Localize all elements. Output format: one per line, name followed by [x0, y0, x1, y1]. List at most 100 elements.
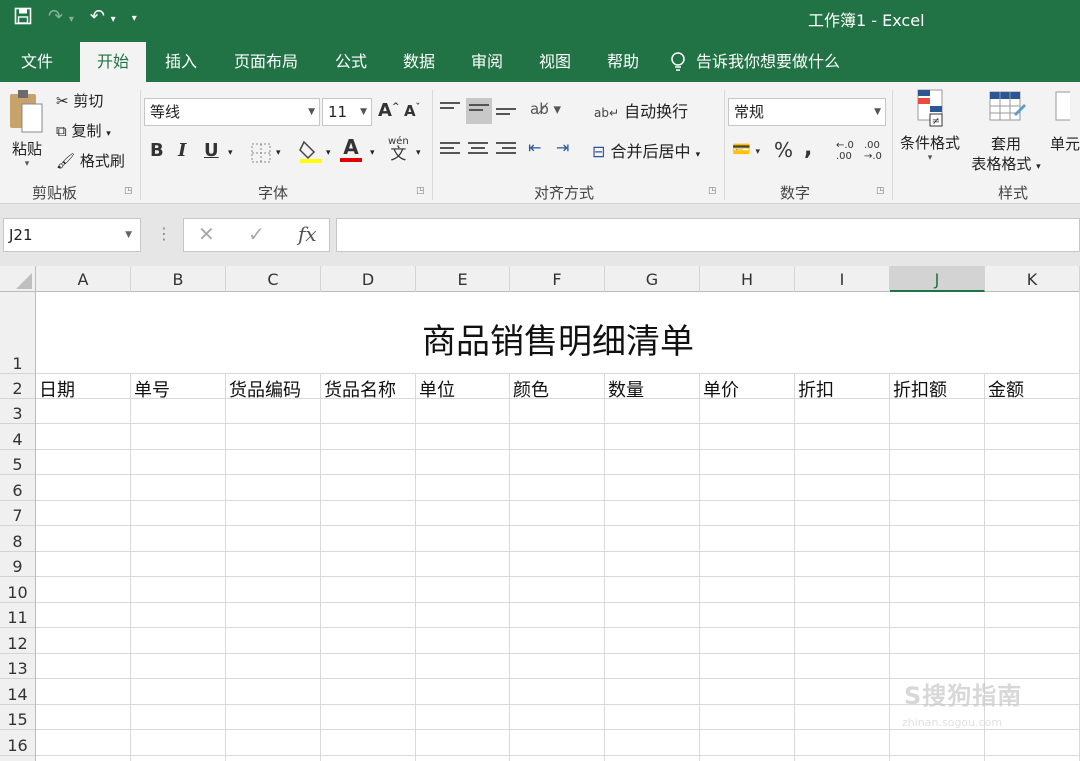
row-header[interactable]: 7	[0, 501, 35, 526]
row-header[interactable]: 5	[0, 450, 35, 475]
row-header[interactable]: 13	[0, 654, 35, 679]
customize-icon[interactable]: ▾	[132, 8, 137, 30]
align-middle-icon[interactable]	[466, 98, 492, 124]
row-header[interactable]: 11	[0, 603, 35, 628]
column-header-i[interactable]: I	[795, 266, 890, 292]
tab-home[interactable]: 开始	[80, 42, 146, 82]
header-cell-h2[interactable]: 单价	[700, 376, 739, 402]
fill-color-button[interactable]	[298, 138, 324, 168]
chevron-down-icon[interactable]: ▾	[326, 148, 331, 158]
column-header-e[interactable]: E	[416, 266, 510, 292]
bold-button[interactable]: B	[150, 140, 164, 161]
phonetic-guide-button[interactable]: wén 文	[388, 136, 409, 162]
align-top-icon[interactable]	[440, 102, 460, 118]
grow-font-button[interactable]: A^	[378, 100, 399, 121]
header-cell-k2[interactable]: 金额	[985, 376, 1024, 402]
column-header-f[interactable]: F	[510, 266, 605, 292]
chevron-down-icon[interactable]: ▾	[228, 148, 233, 158]
align-bottom-icon[interactable]	[496, 108, 516, 124]
dialog-launcher-icon[interactable]: ◳	[124, 186, 133, 196]
column-header-k[interactable]: K	[985, 266, 1080, 292]
paste-button[interactable]: 粘贴 ▾	[4, 88, 50, 174]
row-header[interactable]: 14	[0, 679, 35, 705]
header-cell-j2[interactable]: 折扣额	[890, 376, 947, 402]
align-left-icon[interactable]	[440, 142, 460, 158]
increase-indent-icon[interactable]: ⇥	[556, 138, 569, 157]
row-header[interactable]: 3	[0, 399, 35, 424]
row-header[interactable]: 16	[0, 730, 35, 756]
cell-styles-button[interactable]: 单元	[1050, 88, 1080, 154]
header-cell-a2[interactable]: 日期	[36, 376, 75, 402]
header-cell-b2[interactable]: 单号	[131, 376, 170, 402]
row-header[interactable]: 4	[0, 424, 35, 450]
column-header-a[interactable]: A	[36, 266, 131, 292]
dialog-launcher-icon[interactable]: ◳	[416, 186, 425, 196]
row-header[interactable]: 8	[0, 526, 35, 552]
increase-decimal-icon[interactable]: ←.0.00	[836, 140, 854, 162]
chevron-down-icon[interactable]: ▾	[370, 148, 375, 158]
cancel-icon[interactable]: ✕	[198, 222, 215, 246]
underline-button[interactable]: U	[204, 140, 219, 161]
column-header-g[interactable]: G	[605, 266, 700, 292]
tab-file[interactable]: 文件	[10, 42, 64, 82]
tab-insert[interactable]: 插入	[154, 42, 208, 82]
formula-input[interactable]	[336, 218, 1080, 252]
comma-button[interactable]: ,	[804, 136, 812, 161]
decrease-indent-icon[interactable]: ⇤	[528, 138, 541, 157]
header-cell-f2[interactable]: 颜色	[510, 376, 549, 402]
tell-me-box[interactable]: 告诉我你想要做什么	[670, 42, 840, 82]
tab-page-layout[interactable]: 页面布局	[224, 42, 308, 82]
wrap-text-button[interactable]: ab↵ 自动换行	[594, 98, 688, 122]
row-header[interactable]: 6	[0, 475, 35, 501]
column-header-b[interactable]: B	[131, 266, 226, 292]
italic-button[interactable]: I	[178, 140, 186, 161]
save-icon[interactable]	[14, 7, 32, 31]
insert-function-icon[interactable]: fx	[298, 222, 317, 246]
font-color-button[interactable]: A	[340, 136, 362, 162]
align-right-icon[interactable]	[496, 142, 516, 158]
align-center-icon[interactable]	[468, 142, 488, 158]
format-as-table-button[interactable]: 套用 表格格式 ▾	[966, 88, 1046, 177]
header-cell-g2[interactable]: 数量	[605, 376, 644, 402]
column-header-c[interactable]: C	[226, 266, 321, 292]
chevron-down-icon[interactable]: ▾	[416, 148, 421, 158]
sheet-title[interactable]: 商品销售明细清单	[36, 314, 1080, 363]
header-cell-e2[interactable]: 单位	[416, 376, 455, 402]
name-box[interactable]: J21 ▼	[3, 218, 141, 252]
merge-center-button[interactable]: ⊟ 合并后居中 ▾	[592, 138, 700, 162]
row-header[interactable]: 12	[0, 628, 35, 654]
dialog-launcher-icon[interactable]: ◳	[876, 186, 885, 196]
cut-button[interactable]: ✂ 剪切	[56, 90, 103, 111]
row-header[interactable]: 2	[0, 374, 35, 399]
accounting-format-icon[interactable]: 💳 ▾	[732, 140, 760, 158]
tab-data[interactable]: 数据	[392, 42, 446, 82]
select-all-button[interactable]	[0, 266, 36, 292]
decrease-decimal-icon[interactable]: .00 →.0	[864, 140, 882, 162]
enter-icon[interactable]: ✓	[248, 222, 265, 246]
header-cell-d2[interactable]: 货品名称	[321, 376, 396, 402]
column-header-d[interactable]: D	[321, 266, 416, 292]
tab-help[interactable]: 帮助	[596, 42, 650, 82]
font-size-combo[interactable]: 11 ▼	[322, 98, 372, 126]
shrink-font-button[interactable]: Aˇ	[404, 102, 420, 120]
undo-icon[interactable]: ↶ ▾	[90, 6, 116, 31]
text-orientation-icon[interactable]: ab̸ ▾	[530, 100, 561, 118]
row-header[interactable]: 1	[0, 292, 35, 374]
redo-icon[interactable]: ↷ ▾	[48, 6, 74, 31]
tab-view[interactable]: 视图	[528, 42, 582, 82]
format-painter-button[interactable]: 🖌 格式刷	[56, 150, 125, 171]
header-cell-i2[interactable]: 折扣	[795, 376, 834, 402]
borders-button[interactable]	[250, 142, 272, 168]
tab-review[interactable]: 审阅	[460, 42, 514, 82]
tab-formulas[interactable]: 公式	[324, 42, 378, 82]
conditional-format-button[interactable]: ≠ 条件格式 ▾	[896, 88, 964, 163]
dialog-launcher-icon[interactable]: ◳	[708, 186, 717, 196]
header-cell-c2[interactable]: 货品编码	[226, 376, 301, 402]
number-format-combo[interactable]: 常规 ▼	[728, 98, 886, 126]
percent-button[interactable]: %	[774, 138, 793, 162]
column-header-j[interactable]: J	[890, 266, 985, 292]
copy-button[interactable]: ⧉ 复制 ▾	[56, 120, 111, 141]
column-header-h[interactable]: H	[700, 266, 795, 292]
font-name-combo[interactable]: 等线 ▼	[144, 98, 320, 126]
row-header[interactable]: 15	[0, 705, 35, 730]
